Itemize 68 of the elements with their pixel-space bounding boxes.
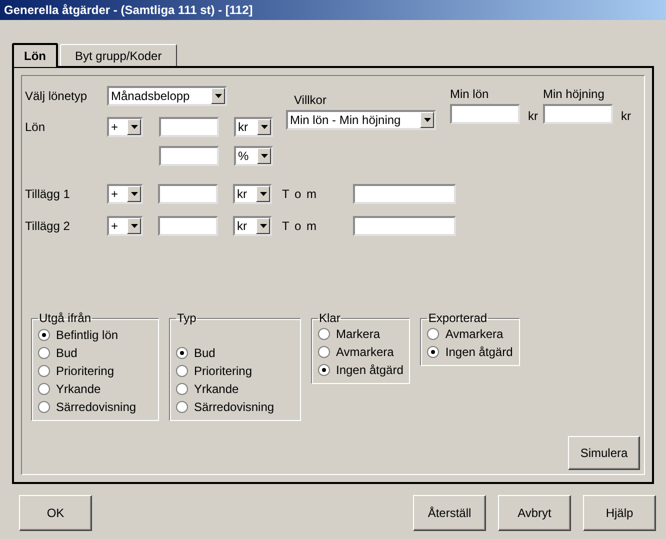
radio-button[interactable] bbox=[38, 401, 50, 413]
group-title: Utgå ifrån bbox=[38, 311, 92, 325]
group-title: Klar bbox=[318, 311, 342, 325]
simulate-button[interactable]: Simulera bbox=[568, 436, 640, 470]
unit-label: kr bbox=[621, 108, 631, 123]
field-label: Lön bbox=[25, 120, 46, 134]
date-field[interactable] bbox=[353, 216, 456, 236]
radio-button[interactable] bbox=[427, 328, 440, 340]
dialog-button[interactable]: Avbryt bbox=[498, 495, 571, 531]
radio-button[interactable] bbox=[427, 346, 440, 358]
unit-dropdown[interactable]: kr bbox=[233, 216, 272, 236]
radio-button[interactable] bbox=[176, 401, 188, 413]
radio-option[interactable]: Bud bbox=[176, 344, 294, 362]
percent-field[interactable] bbox=[159, 146, 219, 166]
field-label: Min höjning bbox=[543, 86, 606, 103]
radio-button[interactable] bbox=[38, 347, 50, 359]
sign-dropdown[interactable]: + bbox=[107, 117, 143, 137]
group-title: Exporterad bbox=[427, 311, 488, 325]
amount-field[interactable] bbox=[158, 216, 218, 236]
min-salary-field[interactable] bbox=[450, 104, 520, 124]
radio-option[interactable]: Yrkande bbox=[176, 380, 294, 398]
tab[interactable]: Lön bbox=[12, 43, 58, 67]
field-label: Tillägg 2 bbox=[25, 219, 71, 233]
radio-option[interactable]: Särredovisning bbox=[176, 398, 294, 416]
radio-button[interactable] bbox=[38, 329, 50, 341]
group-title: Typ bbox=[176, 311, 198, 325]
window-title: Generella åtgärder - (Samtliga 111 st) - [112] bbox=[4, 3, 253, 17]
radio-option[interactable]: Bud bbox=[38, 344, 152, 362]
radio-button[interactable] bbox=[38, 365, 50, 377]
radio-button[interactable] bbox=[38, 383, 50, 395]
field-label: T o m bbox=[282, 219, 318, 233]
radio-option[interactable]: Yrkande bbox=[38, 380, 152, 398]
field-label: Tillägg 1 bbox=[25, 187, 71, 201]
radio-option[interactable]: Prioritering bbox=[38, 362, 152, 380]
date-field[interactable] bbox=[353, 184, 456, 204]
dialog-button[interactable]: Hjälp bbox=[583, 495, 656, 531]
dialog-button[interactable]: Återställ bbox=[413, 495, 486, 531]
salary-type-dropdown[interactable]: Månadsbelopp bbox=[107, 86, 227, 106]
radio-button[interactable] bbox=[176, 347, 188, 359]
unit-dropdown[interactable]: kr bbox=[234, 117, 273, 137]
radio-option[interactable]: Befintlig lön bbox=[38, 326, 152, 344]
radio-option[interactable]: Prioritering bbox=[176, 362, 294, 380]
field-label: Välj lönetyp bbox=[25, 89, 88, 103]
sign-dropdown[interactable]: + bbox=[107, 184, 143, 204]
radio-button[interactable] bbox=[318, 328, 330, 340]
sign-dropdown[interactable]: + bbox=[107, 216, 143, 236]
radio-button[interactable] bbox=[318, 346, 330, 358]
min-raise-field[interactable] bbox=[543, 104, 613, 124]
radio-button[interactable] bbox=[176, 383, 188, 395]
unit-dropdown[interactable]: kr bbox=[233, 184, 272, 204]
radio-option[interactable]: Avmarkera bbox=[427, 325, 513, 343]
field-label: T o m bbox=[282, 187, 318, 201]
dialog-button[interactable]: OK bbox=[19, 495, 92, 531]
radio-button[interactable] bbox=[318, 364, 330, 376]
amount-field[interactable] bbox=[158, 184, 218, 204]
field-label: Villkor bbox=[293, 92, 328, 109]
radio-option[interactable]: Ingen åtgärd bbox=[427, 343, 513, 361]
field-label: Min lön bbox=[450, 86, 490, 103]
radio-button[interactable] bbox=[176, 365, 188, 377]
amount-field[interactable] bbox=[159, 117, 219, 137]
radio-option[interactable]: Ingen åtgärd bbox=[318, 361, 404, 379]
radio-option[interactable]: Avmarkera bbox=[318, 343, 404, 361]
tab[interactable]: Byt grupp/Koder bbox=[60, 44, 177, 66]
radio-option[interactable]: Markera bbox=[318, 325, 404, 343]
radio-option[interactable]: Särredovisning bbox=[38, 398, 152, 416]
unit-label: kr bbox=[528, 108, 538, 123]
conditions-dropdown[interactable]: Min lön - Min höjning bbox=[286, 110, 436, 130]
unit-dropdown[interactable]: % bbox=[234, 146, 273, 166]
